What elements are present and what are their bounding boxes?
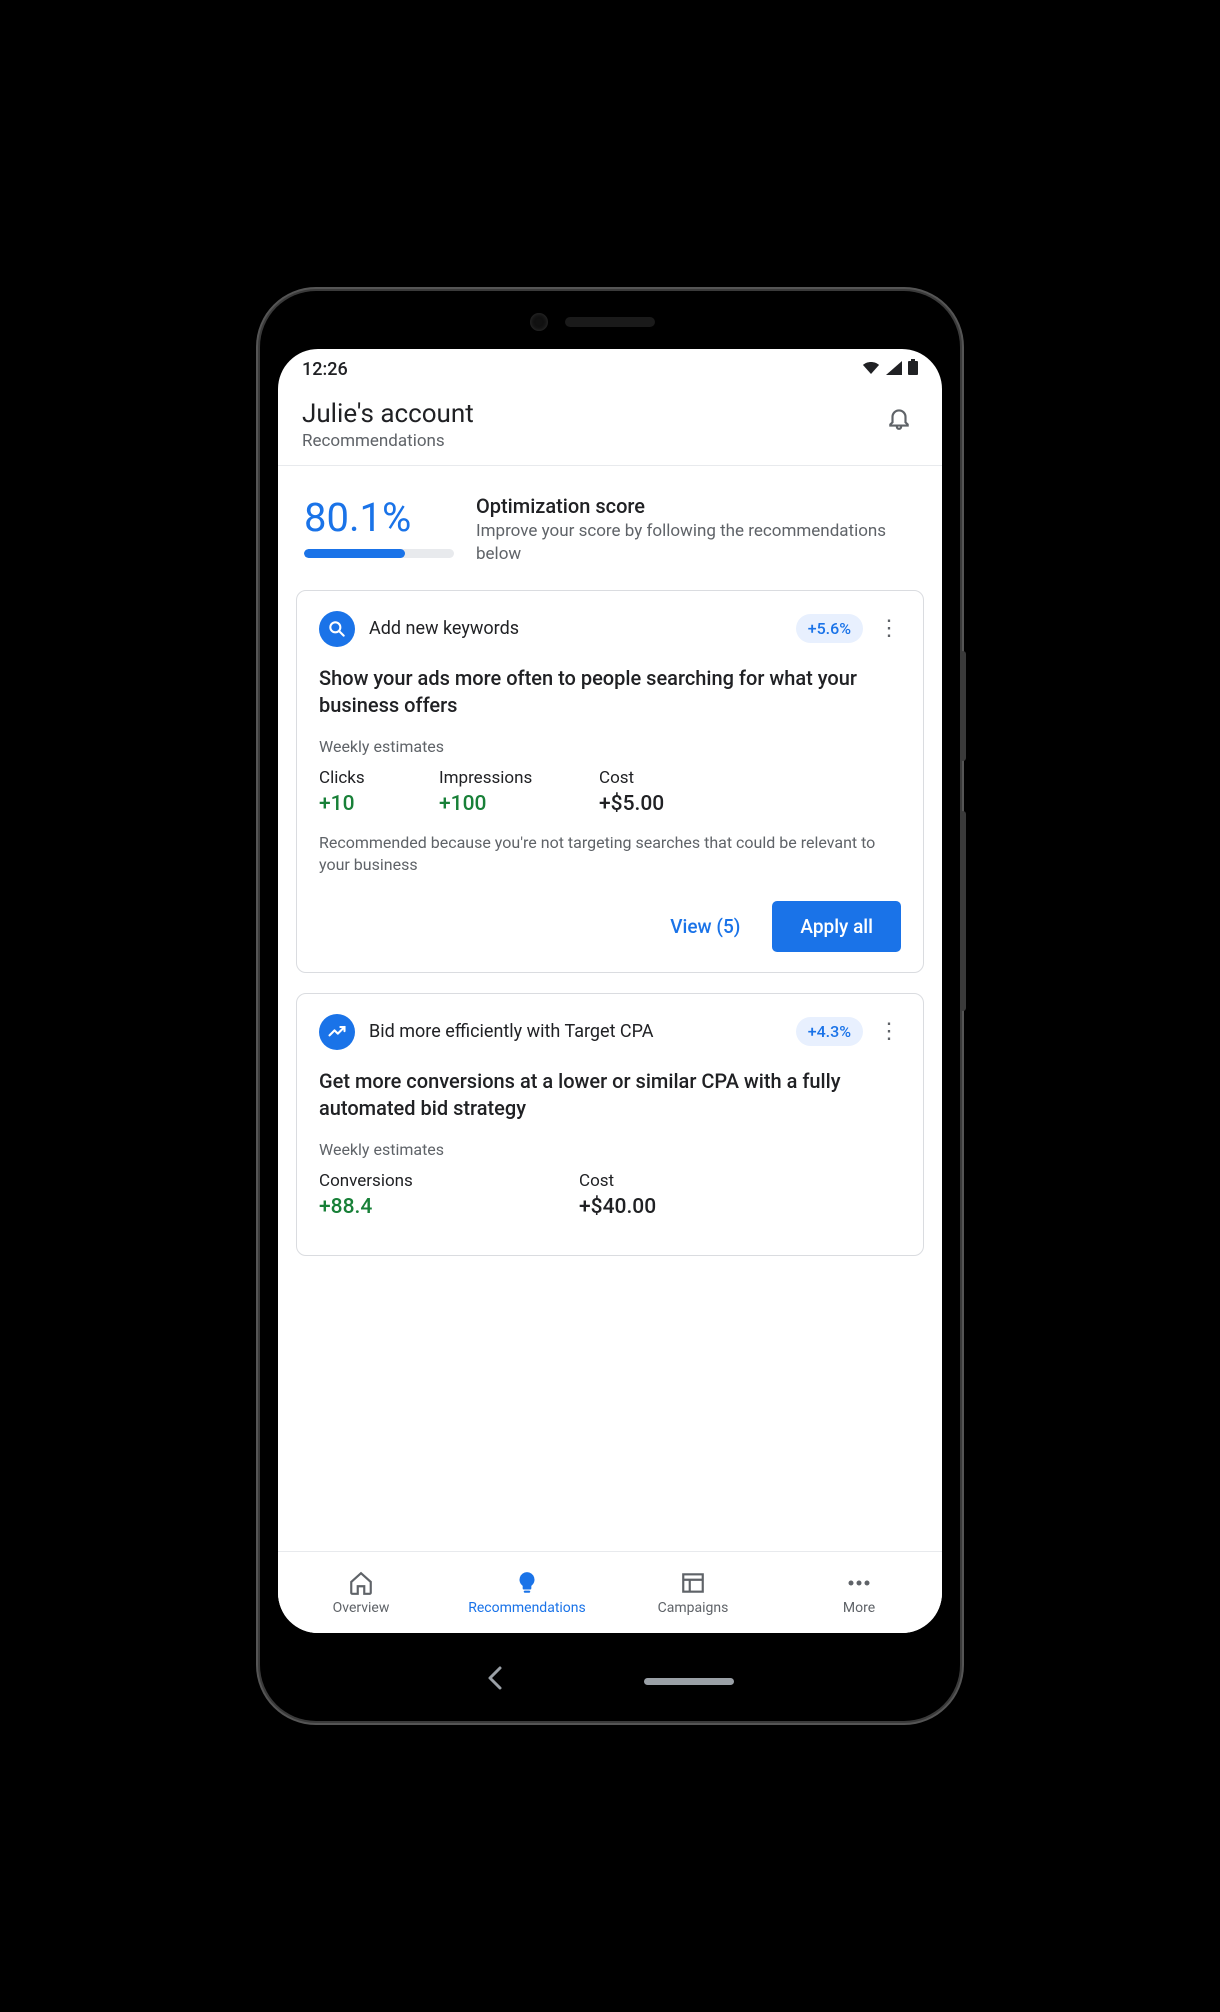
nav-label: Recommendations (468, 1600, 586, 1616)
search-icon (319, 611, 355, 647)
cellular-icon (886, 359, 902, 380)
status-time: 12:26 (302, 359, 348, 380)
home-icon (348, 1570, 374, 1596)
optimization-progress-fill (304, 549, 405, 558)
recommendation-card[interactable]: Add new keywords +5.6% ⋮ Show your ads m… (296, 590, 924, 973)
metric-name: Conversions (319, 1171, 579, 1191)
uplift-badge: +5.6% (796, 614, 863, 643)
optimization-progress-bar (304, 549, 454, 558)
phone-frame: 12:26 Julie's account Recommendations (260, 291, 960, 1721)
metric-value: +88.4 (319, 1195, 579, 1219)
metric-value: +$40.00 (579, 1195, 739, 1219)
metric-name: Cost (599, 768, 901, 788)
nav-campaigns[interactable]: Campaigns (610, 1552, 776, 1633)
view-button[interactable]: View (5) (656, 905, 754, 948)
wifi-icon (862, 359, 880, 380)
account-title: Julie's account (302, 399, 474, 429)
status-icons (862, 359, 918, 380)
system-home-pill[interactable] (644, 1678, 734, 1685)
apply-all-button[interactable]: Apply all (772, 901, 901, 952)
app-header: Julie's account Recommendations (278, 389, 942, 466)
system-nav (260, 1664, 960, 1699)
card-headline: Get more conversions at a lower or simil… (319, 1068, 901, 1122)
phone-side-button (960, 651, 966, 761)
card-title: Add new keywords (369, 618, 782, 639)
table-icon (680, 1570, 706, 1596)
estimates-label: Weekly estimates (319, 1140, 901, 1159)
card-reason: Recommended because you're not targeting… (319, 832, 901, 877)
app-screen: 12:26 Julie's account Recommendations (278, 349, 942, 1633)
estimates-label: Weekly estimates (319, 737, 901, 756)
optimization-title: Optimization score (476, 494, 916, 518)
metric-name: Clicks (319, 768, 439, 788)
metric-value: +10 (319, 792, 439, 816)
system-back-button[interactable] (486, 1664, 504, 1699)
uplift-badge: +4.3% (796, 1017, 863, 1046)
trend-icon (319, 1014, 355, 1050)
optimization-percent: 80.1% (304, 494, 454, 541)
content-scroll[interactable]: 80.1% Optimization score Improve your sc… (278, 466, 942, 1551)
nav-recommendations[interactable]: Recommendations (444, 1552, 610, 1633)
more-icon (846, 1570, 872, 1596)
metric-name: Impressions (439, 768, 599, 788)
nav-overview[interactable]: Overview (278, 1552, 444, 1633)
lightbulb-icon (514, 1570, 540, 1596)
phone-speaker (565, 317, 655, 327)
bottom-nav: Overview Recommendations Campaigns More (278, 1551, 942, 1633)
optimization-score-section: 80.1% Optimization score Improve your sc… (296, 466, 924, 590)
nav-label: Overview (333, 1600, 390, 1616)
status-bar: 12:26 (278, 349, 942, 389)
card-menu-button[interactable]: ⋮ (877, 622, 901, 635)
nav-label: Campaigns (658, 1600, 729, 1616)
card-headline: Show your ads more often to people searc… (319, 665, 901, 719)
metric-value: +$5.00 (599, 792, 901, 816)
recommendation-card[interactable]: Bid more efficiently with Target CPA +4.… (296, 993, 924, 1256)
phone-side-button (960, 811, 966, 1011)
metrics-row: Conversions +88.4 Cost +$40.00 (319, 1171, 901, 1219)
optimization-description: Improve your score by following the reco… (476, 520, 916, 566)
phone-camera (530, 313, 548, 331)
card-title: Bid more efficiently with Target CPA (369, 1021, 782, 1042)
metric-value: +100 (439, 792, 599, 816)
card-menu-button[interactable]: ⋮ (877, 1025, 901, 1038)
bell-icon (886, 405, 912, 431)
notifications-button[interactable] (880, 399, 918, 441)
nav-more[interactable]: More (776, 1552, 942, 1633)
metric-name: Cost (579, 1171, 739, 1191)
battery-icon (908, 359, 918, 380)
page-subtitle: Recommendations (302, 431, 474, 451)
metrics-row: Clicks +10 Impressions +100 Cost +$5.00 (319, 768, 901, 816)
nav-label: More (843, 1600, 875, 1616)
